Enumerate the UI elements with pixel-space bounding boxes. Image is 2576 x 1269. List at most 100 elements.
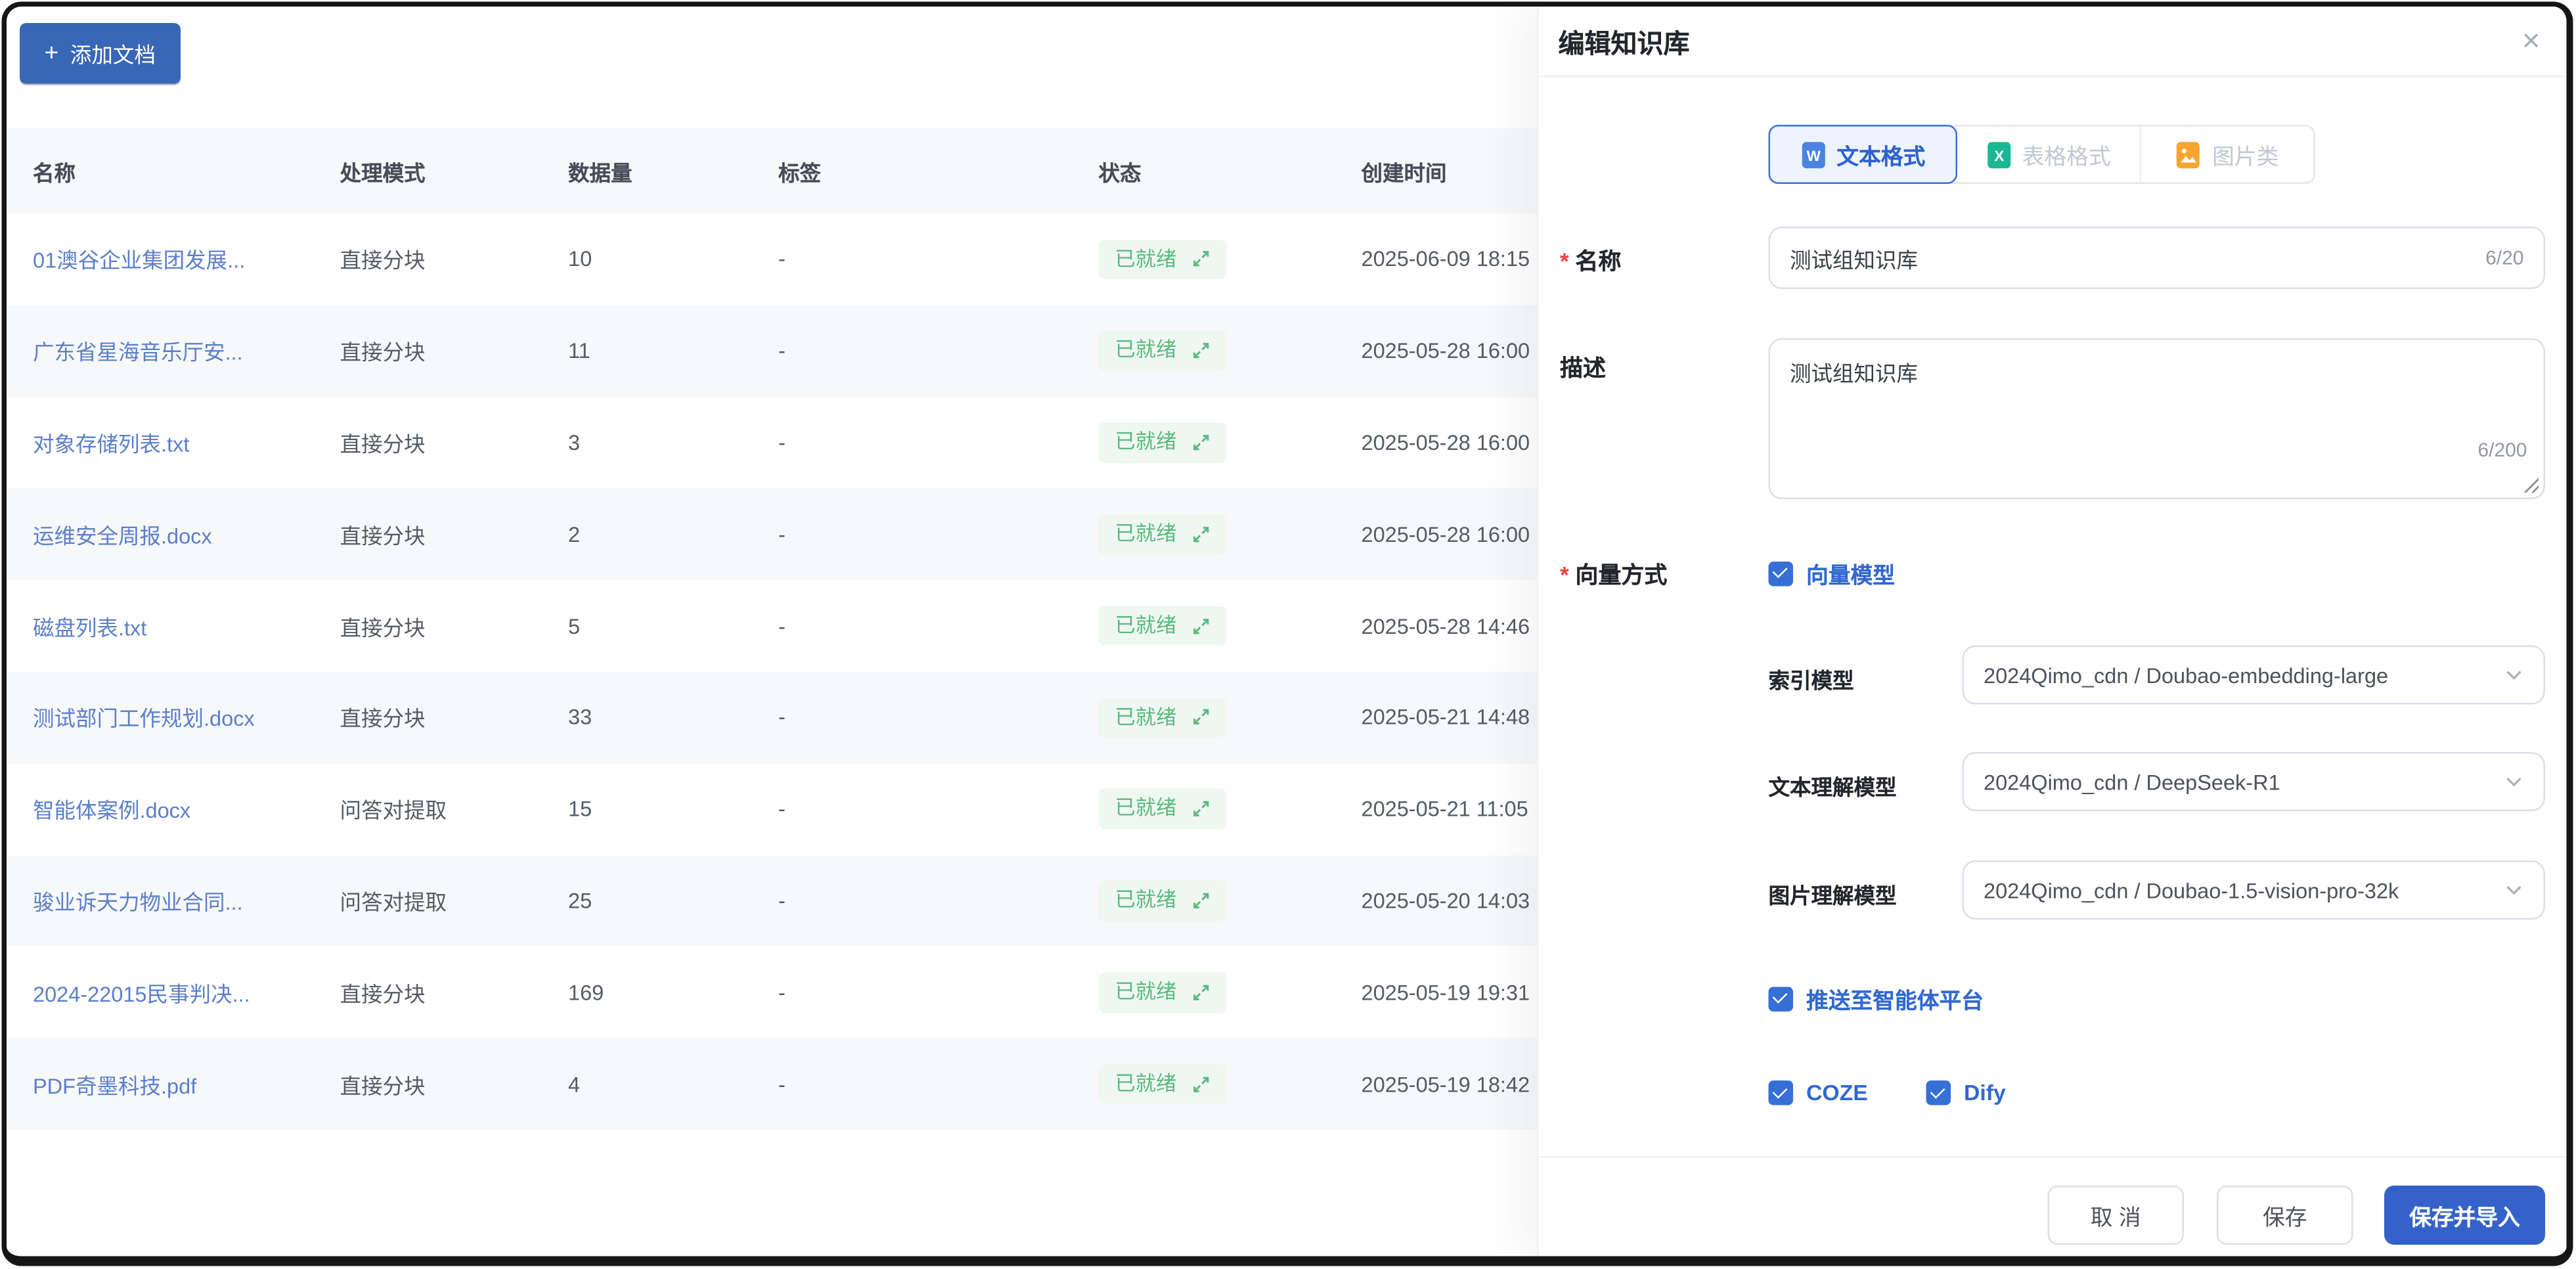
tab-label: 表格格式 [2022,145,2111,169]
coze-checkbox[interactable]: COZE [1768,1080,1868,1105]
tag-cell: - [778,246,786,272]
document-name-link[interactable]: 2024-22015民事判决... [33,977,340,1008]
data-count-cell: 4 [568,1071,581,1096]
document-name-link[interactable]: 运维安全周报.docx [33,518,340,550]
add-document-label: 添加文档 [70,43,156,68]
process-mode-cell: 直接分块 [340,432,426,456]
screen: + 添加文档 名称 处理模式 数据量 标签 状态 创建时间 01澳谷企业集团发展... 直接… [0,0,2576,1269]
status-cell: 已就绪 [1098,880,1362,921]
status-text: 已就绪 [1115,613,1177,637]
index-model-select[interactable]: 2024Qimo_cdn / Doubao-embedding-large [1962,645,2545,705]
resize-handle-icon[interactable] [2522,476,2539,493]
status-cell: 已就绪 [1098,514,1362,554]
excel-doc-icon: X [1987,141,2010,167]
status-badge: 已就绪 [1098,789,1226,830]
expand-icon[interactable] [1191,525,1210,543]
data-count-cell: 3 [568,430,581,455]
column-header: 标签 [778,160,822,185]
status-badge: 已就绪 [1098,1063,1226,1104]
status-cell: 已就绪 [1098,697,1362,738]
index-model-value: 2024Qimo_cdn / Doubao-embedding-large [1984,662,2389,688]
expand-icon[interactable] [1191,983,1210,1002]
document-name-link[interactable]: 广东省星海音乐厅安... [33,335,340,367]
expand-icon[interactable] [1191,800,1210,818]
tab-label: 文本格式 [1836,145,1926,169]
image-doc-icon [2177,141,2200,167]
vector-model-label: 向量模型 [1806,563,1895,589]
checkbox-checked-icon [1768,560,1793,586]
data-count-cell: 5 [568,613,581,638]
text-model-label: 文本理解模型 [1768,775,1897,800]
tag-cell: - [778,979,786,1005]
process-mode-cell: 问答对提取 [340,889,447,915]
document-name-link[interactable]: 01澳谷企业集团发展... [33,244,340,275]
tag-cell: - [778,430,786,455]
save-button[interactable]: 保存 [2217,1186,2353,1245]
name-label: 名称 [1560,245,1621,278]
name-input[interactable]: 测试组知识库 6/20 [1768,227,2545,289]
vector-model-checkbox[interactable]: 向量模型 [1768,557,1895,590]
process-mode-cell: 问答对提取 [340,798,447,823]
document-name-link[interactable]: PDF奇墨科技.pdf [33,1068,340,1100]
close-icon[interactable]: × [2522,26,2541,57]
description-textarea[interactable]: 测试组知识库 6/200 [1768,338,2545,499]
document-name-link[interactable]: 磁盘列表.txt [33,610,340,642]
data-count-cell: 33 [568,705,592,730]
tab-文本格式[interactable]: W 文本格式 [1768,125,1957,184]
column-header: 数据量 [568,160,633,185]
index-model-label: 索引模型 [1768,668,1854,694]
expand-icon[interactable] [1191,434,1210,452]
dify-checkbox[interactable]: Dify [1926,1080,2006,1105]
status-text: 已就绪 [1115,339,1177,363]
status-cell: 已就绪 [1098,606,1362,646]
add-document-button[interactable]: + 添加文档 [20,23,181,84]
image-model-select[interactable]: 2024Qimo_cdn / Doubao-1.5-vision-pro-32k [1962,860,2545,920]
status-text: 已就绪 [1115,705,1177,729]
description-label: 描述 [1560,355,1606,381]
status-badge: 已就绪 [1098,514,1226,554]
status-cell: 已就绪 [1098,789,1362,830]
save-and-import-button[interactable]: 保存并导入 [2384,1186,2545,1245]
drawer-header: 编辑知识库 × [1538,7,2567,78]
process-mode-cell: 直接分块 [340,615,426,640]
expand-icon[interactable] [1191,617,1210,635]
expand-icon[interactable] [1191,250,1210,269]
document-name-link[interactable]: 对象存储列表.txt [33,427,340,458]
tab-表格格式[interactable]: X 表格格式 [1955,126,2140,183]
status-badge: 已就绪 [1098,330,1226,371]
process-mode-cell: 直接分块 [340,706,426,732]
process-mode-cell: 直接分块 [340,1073,426,1098]
status-text: 已就绪 [1115,797,1177,820]
document-name-link[interactable]: 智能体案例.docx [33,793,340,825]
image-model-label: 图片理解模型 [1768,883,1897,908]
coze-label: COZE [1806,1080,1868,1105]
status-badge: 已就绪 [1098,239,1226,280]
cancel-button[interactable]: 取 消 [2047,1186,2184,1245]
document-name-link[interactable]: 骏业诉天力物业合同... [33,885,340,916]
app-window: + 添加文档 名称 处理模式 数据量 标签 状态 创建时间 01澳谷企业集团发展... 直接… [1,1,2573,1266]
document-name-link[interactable]: 测试部门工作规划.docx [33,701,340,733]
description-char-counter: 6/200 [2477,438,2527,462]
status-text: 已就绪 [1115,1072,1177,1096]
text-model-value: 2024Qimo_cdn / DeepSeek-R1 [1984,769,2280,794]
process-mode-cell: 直接分块 [340,248,426,273]
data-count-cell: 11 [568,338,590,363]
footer-divider [1538,1156,2567,1158]
expand-icon[interactable] [1191,1075,1210,1093]
column-header: 状态 [1098,160,1142,185]
data-count-cell: 25 [568,888,592,913]
tag-cell: - [778,796,786,822]
vector-method-label: 向量方式 [1560,558,1667,591]
status-text: 已就绪 [1115,980,1177,1004]
dify-label: Dify [1964,1080,2006,1105]
push-to-agent-platform-checkbox[interactable]: 推送至智能体平台 [1768,982,1984,1015]
image-model-value: 2024Qimo_cdn / Doubao-1.5-vision-pro-32k [1984,878,2399,902]
expand-icon[interactable] [1191,708,1210,726]
chevron-down-icon [2506,777,2521,787]
status-cell: 已就绪 [1098,1063,1362,1104]
expand-icon[interactable] [1191,342,1210,360]
checkbox-checked-icon [1768,1080,1793,1105]
tab-图片类[interactable]: 图片类 [2139,126,2314,183]
expand-icon[interactable] [1191,891,1210,910]
text-model-select[interactable]: 2024Qimo_cdn / DeepSeek-R1 [1962,752,2545,811]
